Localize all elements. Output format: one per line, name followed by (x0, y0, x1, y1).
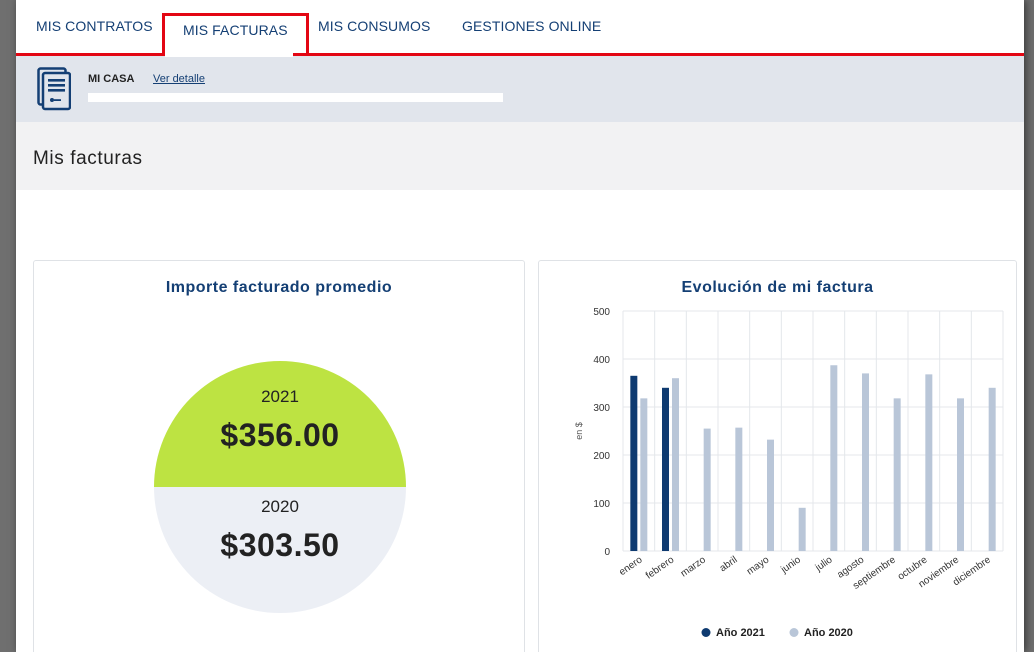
x-tick-label: junio (778, 554, 803, 576)
bar-2020 (830, 365, 838, 551)
app-window: MIS CONTRATOS MIS FACTURAS MIS CONSUMOS … (16, 0, 1024, 652)
average-amount-card: Importe facturado promedio 2021 $356.00 … (33, 260, 525, 652)
legend-marker (701, 628, 711, 637)
current-year-amount: $356.00 (220, 417, 340, 453)
bar-2020 (672, 378, 679, 551)
y-axis-label: en $ (574, 422, 584, 440)
bar-2020 (640, 398, 648, 551)
active-tab-gap (165, 53, 293, 57)
contract-name: MI CASA (88, 73, 135, 85)
bar-2020 (767, 439, 774, 551)
bar-2020 (798, 507, 806, 551)
tab-mis-consumos[interactable]: MIS CONSUMOS (318, 18, 430, 34)
average-circle: 2021 $356.00 2020 $303.50 (154, 361, 406, 613)
previous-year-label: 2020 (261, 497, 299, 516)
bill-evolution-chart: 0 100 200 300 400 500 enero febrero marzo abril ma… (574, 307, 1004, 639)
x-tick-label: mayo (745, 554, 772, 577)
y-tick-label: 0 (604, 547, 610, 558)
tab-gestiones-online[interactable]: GESTIONES ONLINE (462, 18, 601, 34)
bar-2020 (957, 398, 964, 551)
y-tick-label: 500 (593, 307, 610, 318)
bar-2020 (735, 427, 743, 551)
page-title: Mis facturas (33, 148, 143, 169)
document-icon (37, 67, 71, 111)
y-tick-label: 400 (593, 355, 610, 366)
x-tick-label: enero (617, 554, 645, 578)
legend-label: Año 2020 (804, 627, 853, 639)
x-tick-label: abril (718, 554, 740, 574)
bar-2020 (925, 374, 933, 551)
tab-mis-contratos[interactable]: MIS CONTRATOS (36, 18, 153, 34)
bar-2020 (703, 428, 711, 551)
previous-year-amount: $303.50 (220, 527, 340, 563)
view-detail-link[interactable]: Ver detalle (153, 73, 205, 85)
bar-2020 (893, 398, 901, 551)
page-title-bar: Mis facturas (16, 122, 1024, 190)
x-tick-label: marzo (679, 554, 708, 579)
y-tick-label: 300 (593, 403, 610, 414)
bar-2021 (662, 387, 669, 551)
legend-marker (789, 628, 799, 637)
top-nav: MIS CONTRATOS MIS FACTURAS MIS CONSUMOS … (16, 0, 1024, 58)
x-tick-label: febrero (644, 554, 677, 581)
y-tick-label: 200 (593, 451, 610, 462)
bar-2020 (988, 387, 996, 551)
bill-evolution-card: Evolución de mi factura 0 100 200 300 400 500… (538, 260, 1017, 652)
current-year-label: 2021 (261, 387, 299, 406)
tab-mis-facturas[interactable]: MIS FACTURAS (162, 13, 309, 53)
bar-2021 (630, 375, 638, 551)
contract-bar: MI CASA Ver detalle (16, 56, 1024, 122)
legend-label: Año 2021 (716, 627, 765, 639)
bar-2020 (862, 373, 869, 551)
average-card-title: Importe facturado promedio (165, 279, 393, 296)
x-tick-label: julio (813, 554, 835, 574)
redacted-address (88, 93, 503, 102)
y-tick-label: 100 (593, 499, 610, 510)
